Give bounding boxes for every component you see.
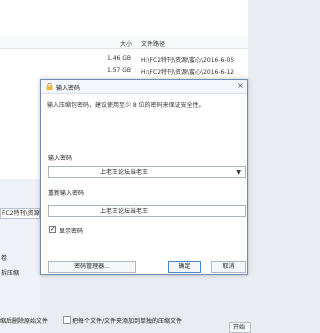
column-size[interactable]: 大小: [120, 39, 132, 48]
file-path: H:\FC2特刊\资源\蜜心\2016-6-05: [141, 57, 235, 64]
side-label-extract: 拆压缩: [1, 270, 20, 277]
delete-after-label: 缩后删除原始文件: [0, 318, 49, 325]
lock-icon: [46, 83, 53, 90]
password-field[interactable]: 上老王论坛当老王 ▼: [48, 166, 246, 178]
table-row[interactable]: 1.57 GB H:\FC2特刊\资源\蜜心\2016-6-12: [0, 65, 248, 76]
show-password-label: 显示密码: [59, 228, 84, 235]
dialog-info: 输入压缩包密码，建议使用至少 8 位的密码来保证安全性。: [47, 102, 205, 109]
close-icon[interactable]: ×: [237, 81, 244, 90]
file-size: 1.46 GB: [107, 55, 132, 62]
start-button[interactable]: 开始: [229, 322, 251, 333]
column-path[interactable]: 文件路径: [141, 39, 165, 48]
file-size: 1.57 GB: [107, 67, 132, 74]
archive-name-field[interactable]: FC2特刊\资源\: [0, 208, 40, 219]
file-list-header: 大小 文件路径: [0, 36, 248, 49]
chevron-down-icon[interactable]: ▼: [236, 168, 241, 178]
confirm-password-field[interactable]: 上老王论坛当老王: [48, 205, 246, 217]
check-icon: ✓: [50, 225, 56, 233]
confirm-password-label: 重新输入密码: [48, 190, 85, 197]
dialog-title: 输入密码: [56, 85, 81, 92]
password-label: 输入密码: [48, 155, 73, 162]
confirm-password-value: 上老王论坛当老王: [100, 208, 149, 215]
password-manager-button[interactable]: 密码管理器...: [48, 261, 136, 273]
dialog-titlebar[interactable]: 输入密码 ×: [41, 80, 247, 94]
table-row[interactable]: 1.46 GB H:\FC2特刊\资源\蜜心\2016-6-05: [0, 53, 248, 64]
cancel-button[interactable]: 取消: [211, 261, 246, 273]
password-dialog: 输入密码 × 输入压缩包密码，建议使用至少 8 位的密码来保证安全性。 输入密码…: [40, 79, 248, 275]
ok-button[interactable]: 确定: [168, 261, 201, 273]
side-label-volume: 卷: [1, 255, 8, 262]
separate-archive-checkbox[interactable]: [63, 316, 71, 324]
separate-archive-label: 把每个文件/文件夹添加到单独的压缩文件: [72, 318, 183, 325]
password-value: 上老王论坛当老王: [100, 169, 149, 176]
show-password-checkbox[interactable]: ✓: [49, 225, 56, 233]
background-toolbar-area: [0, 0, 248, 36]
file-path: H:\FC2特刊\资源\蜜心\2016-6-12: [141, 69, 235, 76]
